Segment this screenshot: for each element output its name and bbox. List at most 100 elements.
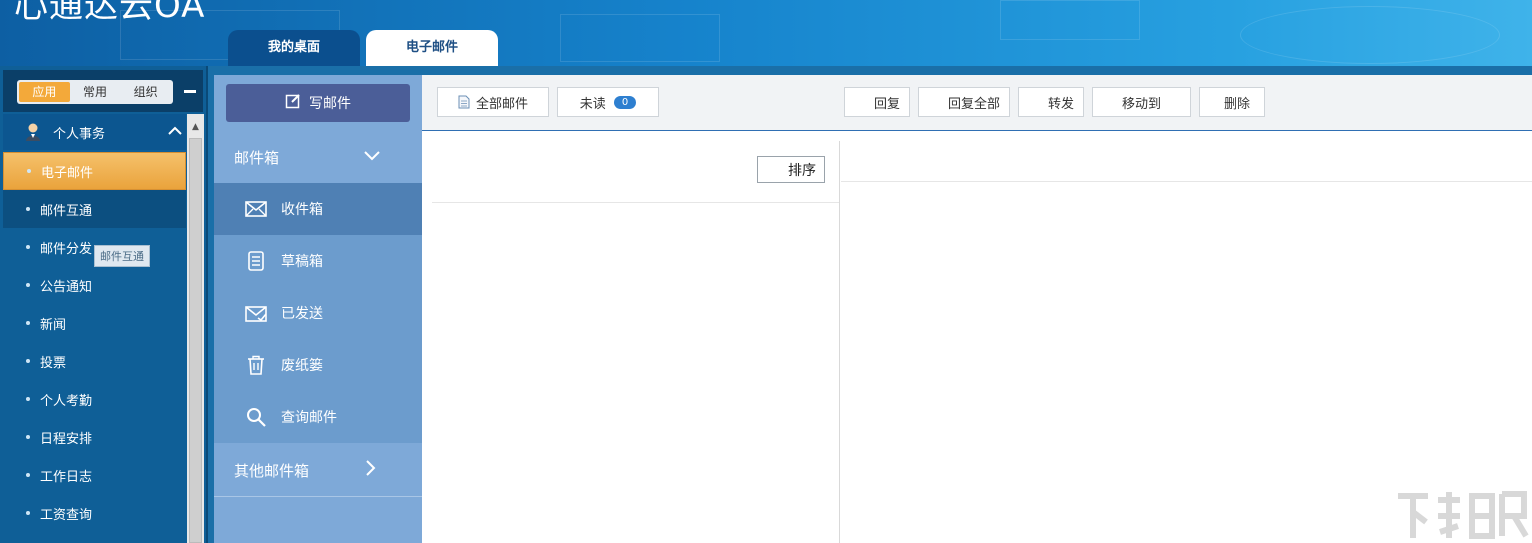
mailbox-label: 废纸篓 [281,358,323,374]
sidebar-item-vote[interactable]: 投票 [3,342,186,380]
segment-apps[interactable]: 应用 [19,82,70,102]
mailbox-list: 收件箱 草稿箱 已发送 废纸篓 查询邮件 [214,183,422,443]
mail-list-header: 排序 [432,141,839,203]
chevron-right-icon [366,460,376,480]
group-label: 个人事务 [53,126,106,142]
reply-button[interactable]: 回复 [844,87,910,117]
mailbox-label: 已发送 [281,306,323,322]
forward-label: 转发 [1047,96,1074,112]
forward-button[interactable]: 转发 [1018,87,1084,117]
mailbox-trash[interactable]: 废纸篓 [214,339,422,391]
other-mailbox-label: 其他邮件箱 [234,461,310,480]
sidebar-item-label: 公告通知 [40,279,93,295]
segment-common[interactable]: 常用 [70,82,121,102]
sidebar: 应用 常用 组织 个人事务 ▲ 电子邮件 邮件互通 邮件分发 公告通知 新闻 投… [0,66,208,543]
search-icon [245,406,267,428]
edit-icon [285,93,301,113]
mailbox-label: 查询邮件 [281,410,337,426]
mailbox-section-label: 邮件箱 [234,148,280,167]
compose-button[interactable]: 写邮件 [226,84,410,122]
reply-label: 回复 [873,96,900,112]
other-mailbox-header[interactable]: 其他邮件箱 [214,444,422,496]
sidebar-item-label: 新闻 [40,317,67,333]
mail-list-pane: 排序 [432,141,840,543]
reply-all-label: 回复全部 [947,96,1000,112]
scroll-up-icon[interactable]: ▲ [187,122,204,132]
sidebar-item-schedule[interactable]: 日程安排 [3,418,186,456]
tab-email[interactable]: 电子邮件 [366,30,498,66]
sidebar-item-label: 邮件分发 [40,241,93,257]
sidebar-scrollbar[interactable]: ▲ [187,114,204,543]
mailbox-panel: 写邮件 邮件箱 收件箱 草稿箱 已发送 废纸篓 查询邮件 其他邮件箱 [214,75,422,543]
top-tabs: 我的桌面 电子邮件 [228,30,504,66]
main-content: 全部邮件 未读 0 回复 回复全部 转发 移动到 删除 排序 [422,75,1532,543]
sidebar-menu: 电子邮件 邮件互通 邮件分发 公告通知 新闻 投票 个人考勤 日程安排 工作日志… [3,152,186,532]
document-icon [245,250,267,272]
sidebar-item-label: 工资查询 [40,507,93,523]
sidebar-item-label: 工作日志 [40,469,93,485]
bullet-icon [26,283,30,287]
delete-button[interactable]: 删除 [1199,87,1265,117]
sidebar-item-mail-interop[interactable]: 邮件互通 [3,190,186,228]
reply-all-button[interactable]: 回复全部 [918,87,1010,117]
compose-label: 写邮件 [309,96,351,112]
document-icon [458,95,470,109]
mailbox-section-header[interactable]: 邮件箱 [214,131,422,183]
sort-button[interactable]: 排序 [757,156,825,183]
header-banner: 心通达云OA 我的桌面 电子邮件 [0,0,1532,66]
scroll-thumb[interactable] [189,138,202,543]
sidebar-item-label: 电子邮件 [41,165,94,181]
all-mail-label: 全部邮件 [475,96,528,112]
sidebar-item-announcements[interactable]: 公告通知 [3,266,186,304]
collapse-minus-icon[interactable] [184,90,196,93]
sidebar-item-label: 个人考勤 [40,393,93,409]
mailbox-search[interactable]: 查询邮件 [214,391,422,443]
bullet-icon [26,473,30,477]
sidebar-item-salary[interactable]: 工资查询 [3,494,186,532]
bullet-icon [26,397,30,401]
mailbox-inbox[interactable]: 收件箱 [214,183,422,235]
watermark-logo [1398,491,1529,539]
sidebar-segment-bar: 应用 常用 组织 [3,70,203,112]
segment-control: 应用 常用 组织 [17,80,173,104]
mail-reading-pane [841,141,1532,543]
bullet-icon [26,435,30,439]
sidebar-item-label: 日程安排 [40,431,93,447]
sidebar-item-label: 邮件互通 [40,203,93,219]
sidebar-item-news[interactable]: 新闻 [3,304,186,342]
tooltip: 邮件互通 [94,245,150,267]
unread-button[interactable]: 未读 0 [557,87,659,117]
user-icon [23,122,43,142]
app-title: 心通达云OA [14,0,206,26]
chevron-down-icon [364,149,380,165]
sent-icon [245,302,267,324]
trash-icon [245,354,267,376]
delete-label: 删除 [1223,96,1250,112]
envelope-icon [245,198,267,220]
bullet-icon [27,169,31,173]
chevron-up-icon[interactable] [164,125,186,139]
bullet-icon [26,321,30,325]
sidebar-item-label: 投票 [40,355,67,371]
bullet-icon [26,207,30,211]
sidebar-item-work-log[interactable]: 工作日志 [3,456,186,494]
mailbox-label: 收件箱 [281,202,323,218]
unread-label: 未读 [579,96,606,112]
mailbox-sent[interactable]: 已发送 [214,287,422,339]
bullet-icon [26,511,30,515]
sidebar-item-attendance[interactable]: 个人考勤 [3,380,186,418]
sidebar-item-email[interactable]: 电子邮件 [3,152,186,190]
segment-organization[interactable]: 组织 [120,82,171,102]
mailbox-drafts[interactable]: 草稿箱 [214,235,422,287]
move-to-label: 移动到 [1121,96,1161,112]
mail-toolbar: 全部邮件 未读 0 回复 回复全部 转发 移动到 删除 [422,75,1532,131]
bullet-icon [26,245,30,249]
move-to-button[interactable]: 移动到 [1092,87,1191,117]
unread-count-badge: 0 [613,95,637,109]
group-personal-affairs[interactable]: 个人事务 [3,114,186,150]
mailbox-label: 草稿箱 [281,254,323,270]
divider [214,496,422,497]
bullet-icon [26,359,30,363]
tab-my-desktop[interactable]: 我的桌面 [228,30,360,66]
all-mail-button[interactable]: 全部邮件 [437,87,549,117]
